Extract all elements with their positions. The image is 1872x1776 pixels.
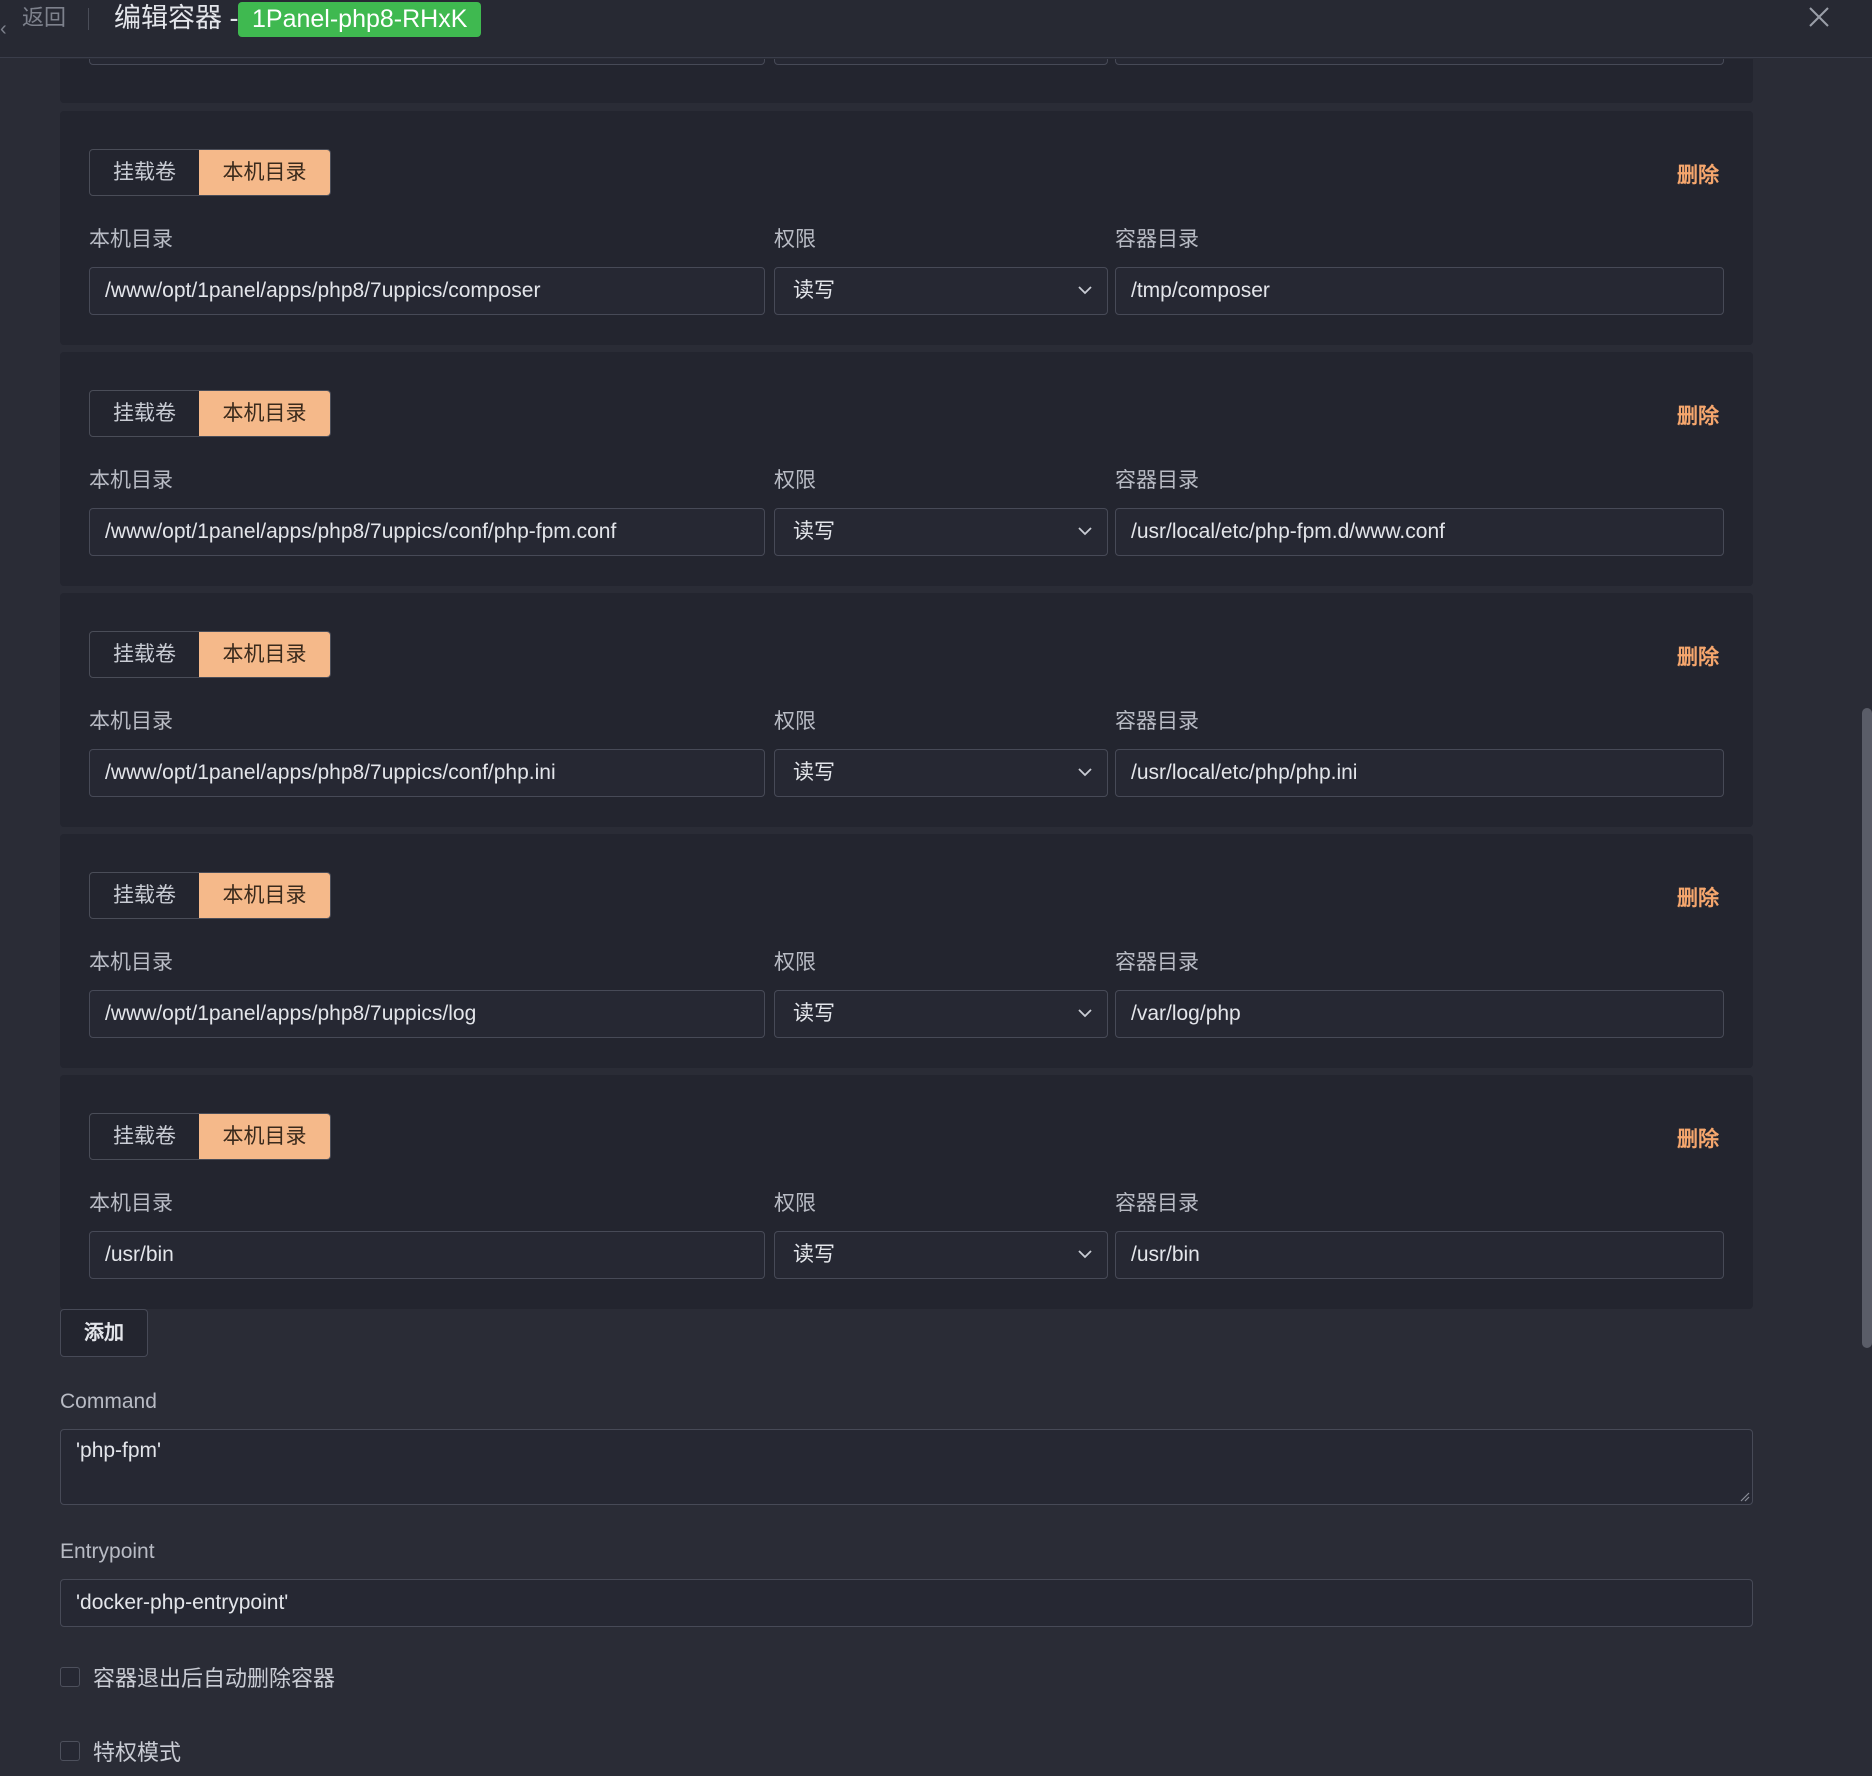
delete-mount-button[interactable]: 删除 [1677,400,1719,430]
auto-remove-option[interactable]: 容器退出后自动删除容器 [60,1664,336,1691]
permission-value: 读写 [793,520,835,543]
mount-type-toggle: 挂载卷 本机目录 [89,149,331,196]
chevron-down-icon [1078,1250,1092,1259]
page-title: 编辑容器 - [114,3,239,33]
seg-volume-button[interactable]: 挂载卷 [90,391,199,436]
host-dir-label: 本机目录 [89,1192,173,1215]
auto-remove-label: 容器退出后自动删除容器 [93,1666,336,1691]
mount-type-toggle: 挂载卷 本机目录 [89,1113,331,1160]
host-dir-label: 本机目录 [89,228,173,251]
auto-remove-checkbox[interactable] [60,1667,80,1687]
privileged-checkbox[interactable] [60,1741,80,1761]
seg-volume-button[interactable]: 挂载卷 [90,632,199,677]
permission-select[interactable]: 读写 [774,990,1108,1038]
host-dir-input[interactable]: /www/opt/1panel/apps/php8/7uppics/compos… [89,267,765,315]
seg-volume-button[interactable]: 挂载卷 [90,150,199,195]
seg-host-button[interactable]: 本机目录 [199,150,330,195]
mount-type-toggle: 挂载卷 本机目录 [89,631,331,678]
entrypoint-input[interactable]: 'docker-php-entrypoint' [60,1579,1753,1627]
command-value: 'php-fpm' [76,1439,162,1462]
host-dir-label: 本机目录 [89,951,173,974]
mount-card: 挂载卷 本机目录 删除 本机目录 权限 容器目录 /www/opt/1panel… [60,111,1753,345]
chevron-down-icon [1078,286,1092,295]
delete-mount-button[interactable]: 删除 [1677,882,1719,912]
permission-label: 权限 [774,951,816,974]
container-dir-label: 容器目录 [1115,228,1199,251]
drawer-content: 挂载卷 本机目录 删除 本机目录 权限 容器目录 /www/opt/1panel… [0,59,1872,1776]
mount-card: 挂载卷 本机目录 删除 本机目录 权限 容器目录 /usr/bin 读写 /us… [60,1075,1753,1309]
container-dir-label: 容器目录 [1115,710,1199,733]
host-dir-input[interactable]: /www/opt/1panel/apps/php8/7uppics/log [89,990,765,1038]
permission-value: 读写 [793,761,835,784]
mount-type-toggle: 挂载卷 本机目录 [89,872,331,919]
host-dir-input[interactable]: /www/opt/1panel/apps/php8/7uppics/conf/p… [89,749,765,797]
container-dir-input-partial[interactable] [1115,59,1724,65]
permission-value: 读写 [793,279,835,302]
container-dir-label: 容器目录 [1115,469,1199,492]
seg-host-button[interactable]: 本机目录 [199,632,330,677]
permission-select[interactable]: 读写 [774,267,1108,315]
container-name-tag: 1Panel-php8-RHxK [238,2,482,37]
back-button[interactable]: 返回 [22,5,66,31]
header-divider [88,8,89,30]
delete-mount-button[interactable]: 删除 [1677,159,1719,189]
permission-value: 读写 [793,1002,835,1025]
mount-card: 挂载卷 本机目录 删除 本机目录 权限 容器目录 /www/opt/1panel… [60,593,1753,827]
container-dir-label: 容器目录 [1115,1192,1199,1215]
privileged-label: 特权模式 [93,1740,182,1765]
seg-volume-button[interactable]: 挂载卷 [90,1114,199,1159]
seg-host-button[interactable]: 本机目录 [199,873,330,918]
container-dir-input[interactable]: /usr/local/etc/php-fpm.d/www.conf [1115,508,1724,556]
mount-card: 挂载卷 本机目录 删除 本机目录 权限 容器目录 /www/opt/1panel… [60,352,1753,586]
chevron-down-icon [1078,768,1092,777]
permission-label: 权限 [774,1192,816,1215]
chevron-down-icon [1078,1009,1092,1018]
container-dir-input[interactable]: /usr/local/etc/php/php.ini [1115,749,1724,797]
permission-value: 读写 [793,1243,835,1266]
host-dir-label: 本机目录 [89,469,173,492]
command-textarea[interactable]: 'php-fpm' [60,1429,1753,1505]
drawer-header: ‹ 返回 编辑容器 - 1Panel-php8-RHxK [0,0,1872,58]
delete-mount-button[interactable]: 删除 [1677,641,1719,671]
command-label: Command [60,1390,157,1413]
mount-card-partial [60,59,1753,103]
back-arrow-icon[interactable]: ‹ [0,18,7,41]
add-mount-button[interactable]: 添加 [60,1309,148,1357]
permission-select[interactable]: 读写 [774,1231,1108,1279]
delete-mount-button[interactable]: 删除 [1677,1123,1719,1153]
chevron-down-icon [1078,527,1092,536]
entrypoint-label: Entrypoint [60,1540,155,1563]
permission-label: 权限 [774,228,816,251]
permission-label: 权限 [774,710,816,733]
container-dir-input[interactable]: /var/log/php [1115,990,1724,1038]
permission-select[interactable]: 读写 [774,508,1108,556]
seg-volume-button[interactable]: 挂载卷 [90,873,199,918]
permission-select-partial[interactable] [774,59,1108,65]
container-dir-label: 容器目录 [1115,951,1199,974]
seg-host-button[interactable]: 本机目录 [199,391,330,436]
close-icon[interactable] [1808,6,1830,28]
host-dir-input-partial[interactable] [89,59,765,65]
host-dir-input[interactable]: /www/opt/1panel/apps/php8/7uppics/conf/p… [89,508,765,556]
scrollbar-thumb[interactable] [1862,708,1872,1348]
resize-handle-icon[interactable] [1738,1490,1750,1502]
container-dir-input[interactable]: /usr/bin [1115,1231,1724,1279]
mount-card: 挂载卷 本机目录 删除 本机目录 权限 容器目录 /www/opt/1panel… [60,834,1753,1068]
mount-type-toggle: 挂载卷 本机目录 [89,390,331,437]
privileged-option[interactable]: 特权模式 [60,1738,182,1765]
host-dir-label: 本机目录 [89,710,173,733]
host-dir-input[interactable]: /usr/bin [89,1231,765,1279]
seg-host-button[interactable]: 本机目录 [199,1114,330,1159]
container-dir-input[interactable]: /tmp/composer [1115,267,1724,315]
permission-select[interactable]: 读写 [774,749,1108,797]
permission-label: 权限 [774,469,816,492]
